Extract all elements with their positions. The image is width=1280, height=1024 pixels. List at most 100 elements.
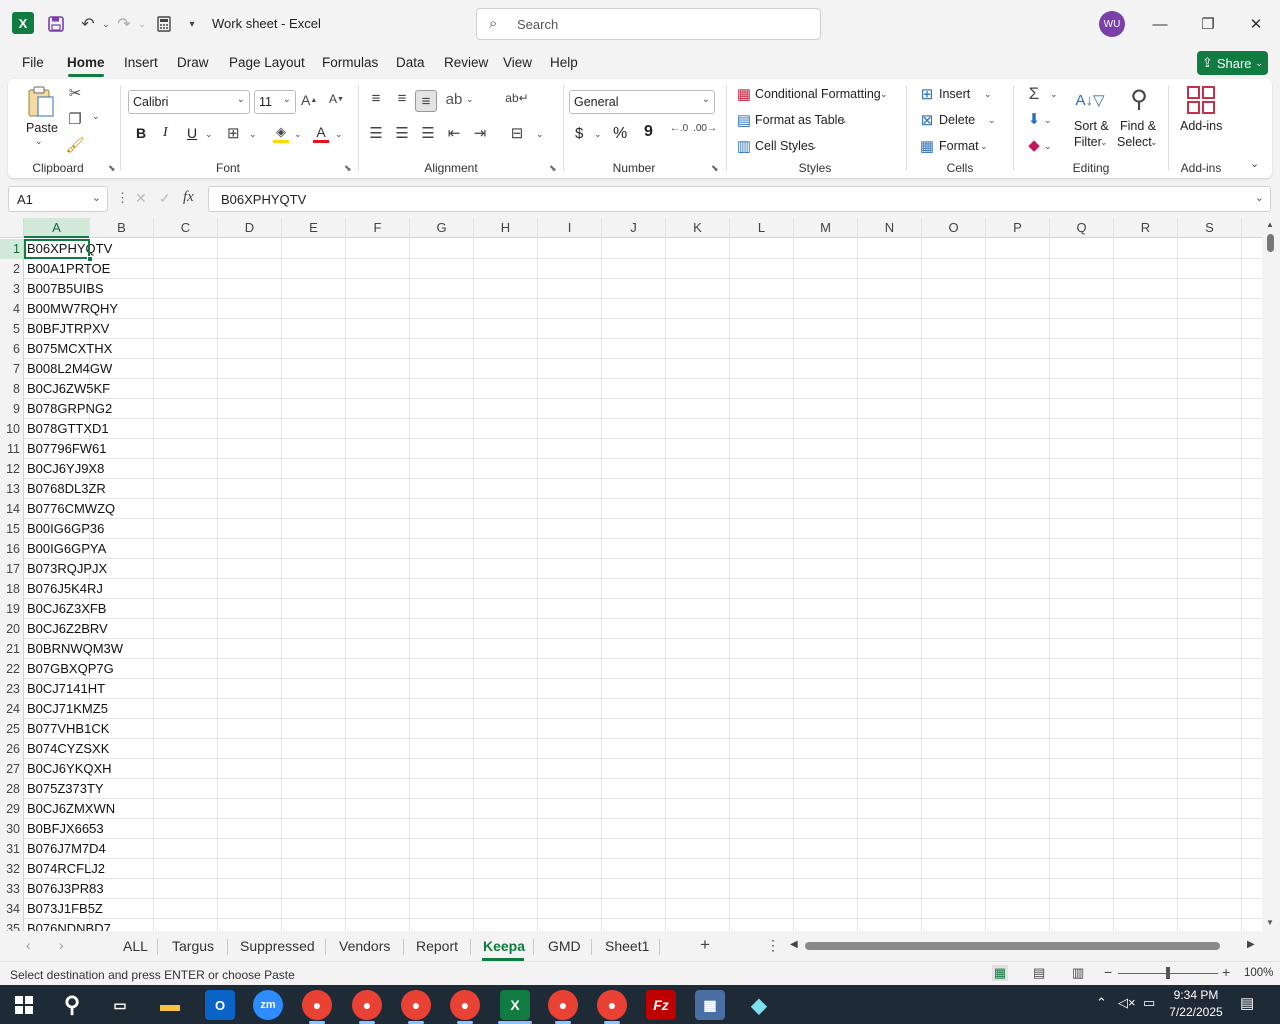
cell-a[interactable]: B00IG6GP36 (27, 519, 104, 539)
copy-dropdown-icon[interactable]: ⌄ (92, 111, 100, 122)
cell-a[interactable]: B074CYZSXK (27, 739, 109, 759)
align-right-icon[interactable]: ☰ (420, 124, 436, 142)
select-all-corner[interactable] (0, 218, 24, 238)
column-header[interactable]: L (730, 218, 794, 238)
tab-insert[interactable]: Insert (124, 55, 158, 70)
row-header[interactable]: 11 (0, 439, 24, 459)
decrease-indent-icon[interactable]: ⇤ (446, 124, 462, 142)
format-cells-icon[interactable]: ▦ (918, 137, 936, 155)
search-input[interactable]: ⌕ Search (476, 8, 821, 40)
font-name-select[interactable]: Calibri ⌄ (128, 90, 250, 114)
cell-a[interactable]: B073J1FB5Z (27, 899, 103, 919)
save-icon[interactable] (44, 12, 68, 36)
close-icon[interactable]: ✕ (1241, 10, 1271, 38)
align-center-icon[interactable]: ☰ (394, 124, 410, 142)
sheet-tab-sheet1[interactable]: Sheet1 (605, 938, 649, 954)
orientation-icon[interactable]: ab (445, 91, 463, 108)
wrap-text-icon[interactable]: ab↵ (505, 91, 528, 105)
cell-a[interactable]: B00A1PRTOE (27, 259, 110, 279)
row-header[interactable]: 1 (0, 239, 24, 259)
fill-color-dropdown-icon[interactable]: ⌄ (294, 129, 302, 140)
cell-a[interactable]: B0BRNWQM3W (27, 639, 123, 659)
row-header[interactable]: 27 (0, 759, 24, 779)
show-hidden-icons-icon[interactable]: ⌃ (1096, 995, 1107, 1011)
app-icon[interactable]: ◆ (744, 990, 774, 1020)
row-header[interactable]: 20 (0, 619, 24, 639)
column-header[interactable]: A (24, 218, 90, 238)
top-align-icon[interactable]: ≡ (368, 90, 384, 107)
column-header[interactable]: B (90, 218, 154, 238)
worksheet-grid[interactable]: ABCDEFGHIJKLMNOPQRS 1 B06XPHYQTV 2 B00A1PRT… (0, 218, 1262, 931)
tab-file[interactable]: File (22, 55, 44, 70)
increase-font-size-icon[interactable]: A ▲ (301, 92, 317, 108)
excel-taskbar-icon[interactable]: X (500, 990, 530, 1020)
zoom-in-icon[interactable]: + (1222, 964, 1230, 980)
tab-draw[interactable]: Draw (177, 55, 209, 70)
row-header[interactable]: 25 (0, 719, 24, 739)
merge-center-icon[interactable]: ⊟ (508, 124, 526, 142)
cell-a[interactable]: B0768DL3ZR (27, 479, 106, 499)
format-painter-icon[interactable]: 🖌 (65, 136, 84, 154)
cell-a[interactable]: B077VHB1CK (27, 719, 109, 739)
orientation-dropdown-icon[interactable]: ⌄ (466, 94, 474, 105)
horizontal-scroll-thumb[interactable] (805, 942, 1220, 950)
delete-cells-icon[interactable]: ⊠ (918, 111, 936, 129)
alignment-launcher-icon[interactable]: ⬊ (549, 163, 557, 174)
autosum-dropdown-icon[interactable]: ⌄ (1050, 89, 1058, 100)
row-header[interactable]: 6 (0, 339, 24, 359)
calculator-form-icon[interactable] (152, 12, 176, 36)
format-as-table-button[interactable]: Format as Table (755, 113, 844, 127)
chrome-icon[interactable]: ● (597, 990, 627, 1020)
share-button[interactable]: ⇪ Share ⌄ (1197, 51, 1268, 75)
restore-icon[interactable]: ❐ (1193, 10, 1223, 38)
row-header[interactable]: 22 (0, 659, 24, 679)
task-view-icon[interactable]: ▭ (105, 990, 135, 1020)
increase-indent-icon[interactable]: ⇥ (472, 124, 488, 142)
cell-a[interactable]: B0CJ6Z2BRV (27, 619, 108, 639)
cell-a[interactable]: B0CJ6ZW5KF (27, 379, 110, 399)
cell-a[interactable]: B073RQJPJX (27, 559, 107, 579)
sort-filter-label-1[interactable]: Sort & (1074, 119, 1109, 133)
column-header[interactable]: P (986, 218, 1050, 238)
conditional-formatting-icon[interactable]: ▦ (735, 85, 753, 103)
clipboard-launcher-icon[interactable]: ⬊ (108, 163, 116, 174)
bottom-align-icon[interactable]: ≡ (415, 90, 437, 112)
fill-handle[interactable] (87, 256, 93, 262)
row-header[interactable]: 17 (0, 559, 24, 579)
borders-dropdown-icon[interactable]: ⌄ (249, 129, 257, 140)
avatar[interactable]: WU (1099, 11, 1125, 37)
redo-dropdown-icon[interactable]: ⌄ (130, 12, 154, 36)
row-header[interactable]: 26 (0, 739, 24, 759)
name-box[interactable]: A1 ⌄ (8, 186, 108, 212)
cell-styles-icon[interactable]: ▥ (735, 137, 753, 155)
italic-button[interactable]: I (163, 125, 168, 141)
sheet-tab-keepa[interactable]: Keepa (483, 938, 525, 954)
cell-a[interactable]: B007B5UIBS (27, 279, 104, 299)
borders-icon[interactable]: ⊞ (227, 124, 240, 142)
zoom-slider-knob[interactable] (1166, 967, 1170, 979)
scroll-up-icon[interactable]: ▲ (1266, 220, 1274, 229)
cancel-icon[interactable]: ✕ (135, 190, 147, 207)
cell-a[interactable]: B0CJ6ZMXWN (27, 799, 115, 819)
currency-dropdown-icon[interactable]: ⌄ (594, 129, 602, 140)
cell-a[interactable]: B07796FW61 (27, 439, 107, 459)
tab-help[interactable]: Help (550, 55, 578, 70)
row-header[interactable]: 14 (0, 499, 24, 519)
collapse-ribbon-icon[interactable]: ⌄ (1250, 157, 1259, 170)
cell-a[interactable]: B078GRPNG2 (27, 399, 112, 419)
row-header[interactable]: 3 (0, 279, 24, 299)
tab-options-icon[interactable]: ⋮ (766, 937, 780, 954)
tab-page-layout[interactable]: Page Layout (229, 55, 305, 70)
paste-dropdown-icon[interactable]: ⌄ (35, 136, 43, 147)
font-color-icon[interactable]: A (312, 123, 330, 143)
fill-color-icon[interactable]: ◈ (272, 123, 290, 143)
minimize-icon[interactable]: — (1145, 10, 1175, 38)
font-color-dropdown-icon[interactable]: ⌄ (335, 129, 343, 140)
format-as-table-icon[interactable]: ▤ (735, 111, 753, 129)
cell-a[interactable]: B00IG6GPYA (27, 539, 106, 559)
decrease-decimal-icon[interactable]: .00→ (693, 123, 717, 134)
row-header[interactable]: 29 (0, 799, 24, 819)
conditional-formatting-button[interactable]: Conditional Formatting (755, 87, 881, 101)
column-header[interactable]: H (474, 218, 538, 238)
insert-cells-button[interactable]: Insert (939, 87, 970, 101)
